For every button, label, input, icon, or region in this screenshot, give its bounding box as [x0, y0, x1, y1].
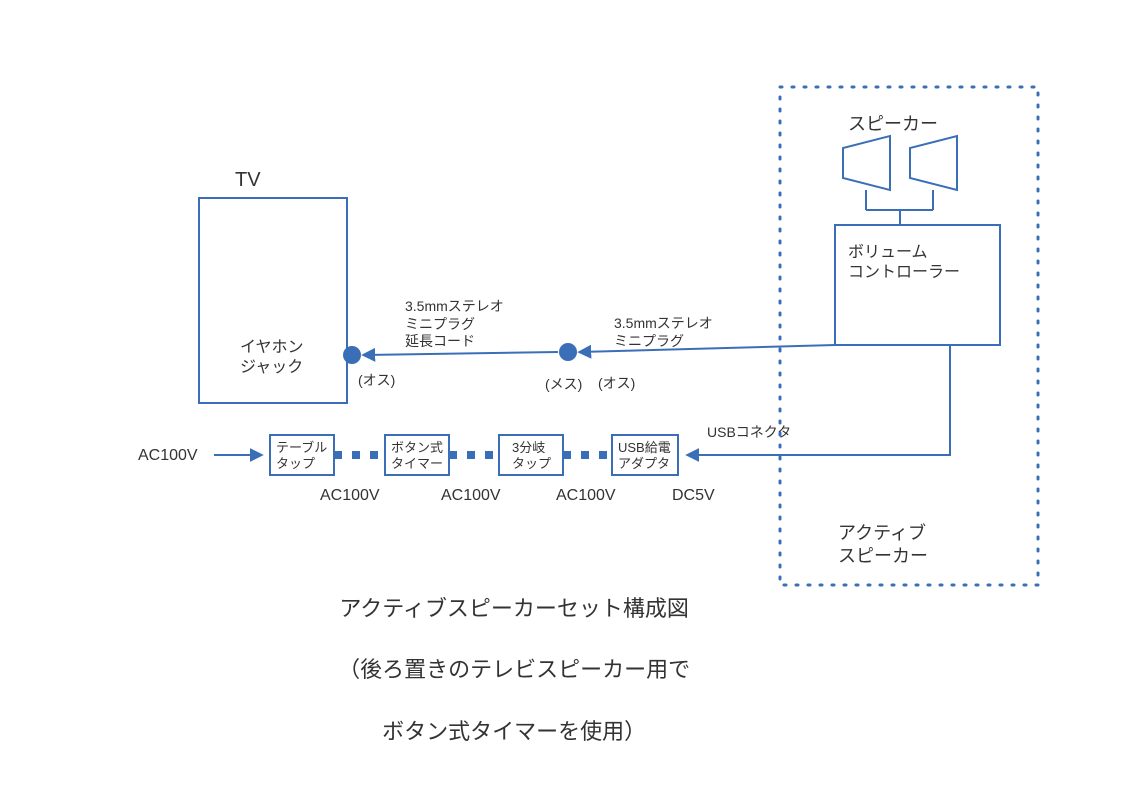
button-timer-label: ボタン式 タイマー	[391, 440, 443, 471]
table-tap-label: テーブル タップ	[276, 440, 327, 471]
usb-adapter-label: USB給電 アダプタ	[618, 440, 671, 471]
title-line-1: アクティブスピーカーセット構成図	[339, 596, 689, 621]
speakers-label: スピーカー	[848, 113, 938, 136]
v3-label: AC100V	[556, 486, 616, 506]
male-left-label: (オス)	[358, 372, 395, 390]
v1-label: AC100V	[320, 486, 380, 506]
speaker-right-icon	[910, 136, 957, 210]
usb-connector-label: USBコネクタ	[707, 424, 791, 442]
active-speaker-label: アクティブ スピーカー	[838, 522, 928, 567]
female-label: (メス)	[545, 376, 582, 394]
ext-cord-label: 3.5mmステレオ ミニプラグ 延長コード	[405, 298, 504, 351]
diagram-title: アクティブスピーカーセット構成図 （後ろ置きのテレビスピーカー用で ボタン式タイ…	[288, 563, 728, 748]
plug-female-dot	[559, 343, 577, 361]
ac-source-label: AC100V	[138, 446, 198, 466]
v4-label: DC5V	[672, 486, 715, 506]
mini-plug-label: 3.5mmステレオ ミニプラグ	[614, 315, 713, 350]
splitter-label: 3分岐 タップ	[512, 440, 551, 471]
v2-label: AC100V	[441, 486, 501, 506]
male-right-label: (オス)	[598, 375, 635, 393]
plug-male-dot	[343, 346, 361, 364]
audio-line-left	[364, 352, 558, 355]
earphone-jack-label: イヤホン ジャック	[240, 338, 304, 378]
title-line-2: （後ろ置きのテレビスピーカー用で	[338, 657, 690, 682]
tv-label: TV	[235, 168, 261, 193]
title-line-3: ボタン式タイマーを使用）	[382, 719, 646, 744]
volume-controller-label: ボリューム コントローラー	[848, 243, 960, 283]
speaker-left-icon	[843, 136, 890, 210]
